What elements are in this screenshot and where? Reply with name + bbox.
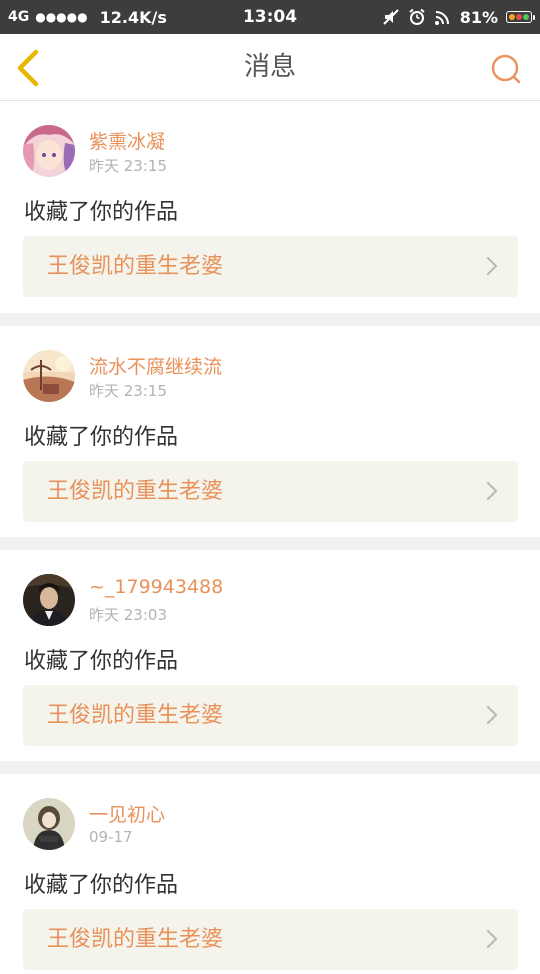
message-action: 收藏了你的作品	[24, 649, 179, 674]
message-time: 09-17	[89, 828, 133, 846]
user-name[interactable]: 紫熏冰凝	[89, 127, 165, 154]
search-icon	[491, 54, 521, 84]
message-card: 一见初心 09-17 收藏了你的作品 王俊凯的重生老婆	[0, 774, 540, 974]
work-title: 王俊凯的重生老婆	[47, 927, 224, 952]
message-action: 收藏了你的作品	[24, 425, 179, 450]
user-name[interactable]: 流水不腐继续流	[89, 352, 222, 379]
avatar[interactable]	[23, 125, 75, 177]
network-speed: 12.4K/s	[99, 7, 167, 27]
message-action: 收藏了你的作品	[24, 200, 179, 225]
work-title: 王俊凯的重生老婆	[47, 703, 224, 728]
avatar[interactable]	[23, 350, 75, 402]
message-card: ~_179943488 昨天 23:03 收藏了你的作品 王俊凯的重生老婆	[0, 550, 540, 761]
network-type: 4G	[8, 9, 30, 25]
wifi-icon	[434, 8, 452, 26]
chevron-right-icon	[487, 930, 497, 948]
user-name[interactable]: 一见初心	[89, 800, 165, 827]
message-time: 昨天 23:15	[89, 157, 167, 175]
message-time: 昨天 23:15	[89, 382, 167, 400]
page-title: 消息	[243, 52, 296, 82]
chevron-right-icon	[487, 482, 497, 500]
status-bar-right: 81%	[382, 7, 535, 27]
work-title: 王俊凯的重生老婆	[47, 479, 224, 504]
search-button[interactable]	[488, 51, 524, 87]
work-link[interactable]: 王俊凯的重生老婆	[23, 461, 518, 522]
alarm-icon	[408, 8, 426, 26]
message-action: 收藏了你的作品	[24, 873, 179, 898]
work-link[interactable]: 王俊凯的重生老婆	[23, 236, 518, 297]
status-bar-left: 4G ●●●●● 12.4K/s	[8, 8, 208, 27]
work-title: 王俊凯的重生老婆	[47, 254, 224, 279]
work-link[interactable]: 王俊凯的重生老婆	[23, 909, 518, 970]
battery-percent: 81%	[459, 7, 498, 27]
message-card: 紫熏冰凝 昨天 23:15 收藏了你的作品 王俊凯的重生老婆	[0, 101, 540, 313]
message-time: 昨天 23:03	[89, 606, 167, 624]
user-name[interactable]: ~_179943488	[89, 576, 223, 598]
app-header: 消息	[0, 34, 540, 101]
mute-icon	[382, 8, 400, 26]
chevron-right-icon	[487, 706, 497, 724]
avatar[interactable]	[23, 574, 75, 626]
work-link[interactable]: 王俊凯的重生老婆	[23, 685, 518, 746]
signal-dots: ●●●●●	[35, 10, 88, 24]
avatar[interactable]	[23, 798, 75, 850]
message-card: 流水不腐继续流 昨天 23:15 收藏了你的作品 王俊凯的重生老婆	[0, 326, 540, 537]
chevron-right-icon	[487, 257, 497, 275]
battery-icon	[506, 11, 535, 23]
status-bar: 4G ●●●●● 12.4K/s 13:04 81%	[0, 0, 540, 34]
